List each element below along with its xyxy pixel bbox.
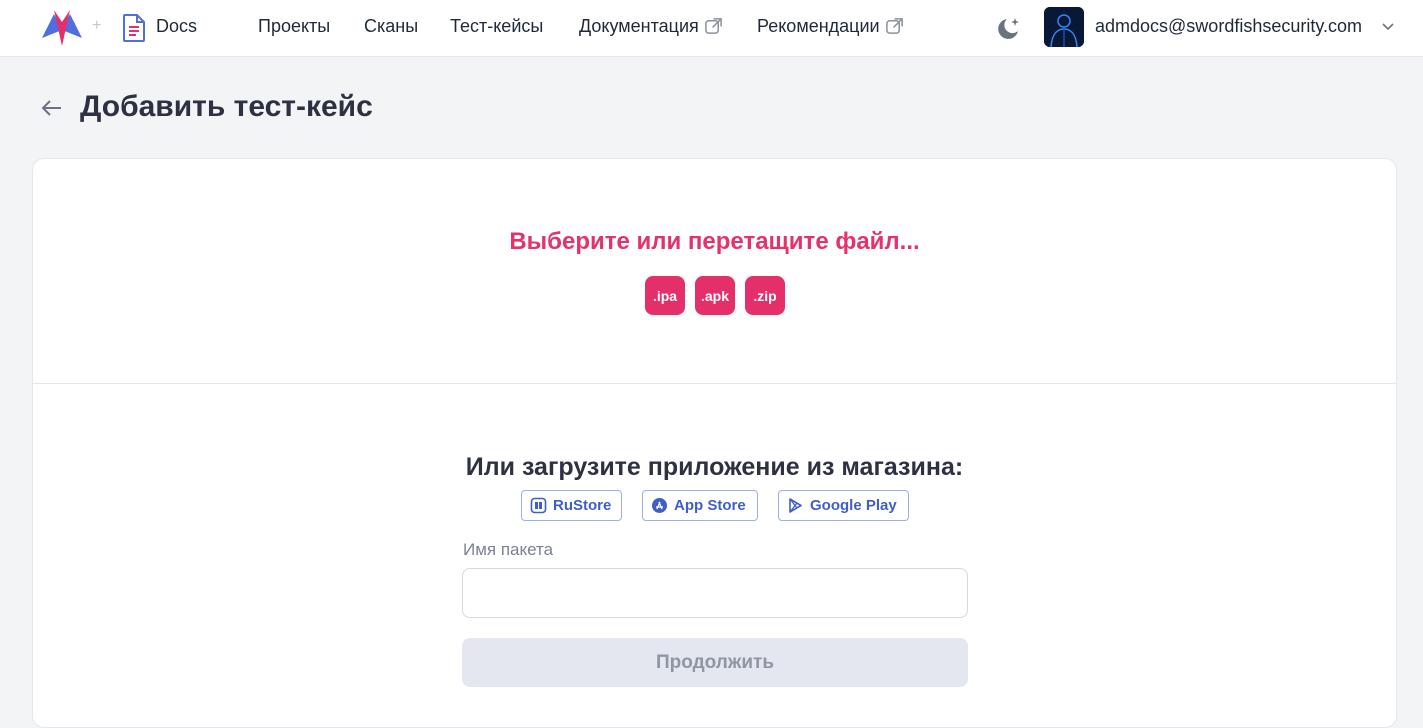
dropzone-title[interactable]: Выберите или перетащите файл... xyxy=(33,228,1396,256)
nav-recommendations-label: Рекомендации xyxy=(757,16,880,36)
theme-toggle-moon-icon[interactable] xyxy=(994,15,1022,43)
external-link-icon xyxy=(885,18,903,34)
user-email[interactable]: admdocs@swordfishsecurity.com xyxy=(1095,16,1362,37)
nav-documentation-label: Документация xyxy=(579,16,699,36)
store-section-title: Или загрузите приложение из магазина: xyxy=(465,453,964,481)
docs-label[interactable]: Docs xyxy=(156,16,197,37)
file-dropzone[interactable]: Выберите или перетащите файл... .ipa .ap… xyxy=(33,159,1396,384)
user-avatar[interactable] xyxy=(1044,7,1084,47)
app-store-icon xyxy=(652,498,667,513)
google-play-icon xyxy=(789,498,802,513)
rustore-icon xyxy=(530,497,547,514)
nav-documentation[interactable]: Документация xyxy=(579,16,723,37)
nav-scans-label: Сканы xyxy=(364,16,419,36)
top-navbar: + Docs Проекты Сканы Тест-кейсы Документ… xyxy=(0,0,1423,57)
nav-test-cases-label: Тест-кейсы xyxy=(450,16,544,36)
app-store-label: App Store xyxy=(674,497,746,514)
package-name-input[interactable] xyxy=(462,568,968,618)
chevron-down-icon[interactable] xyxy=(1381,20,1395,34)
app-store-button[interactable]: App Store xyxy=(642,490,758,521)
google-play-button[interactable]: Google Play xyxy=(778,490,909,521)
avatar-image xyxy=(1044,7,1084,47)
extension-badge-zip: .zip xyxy=(745,276,785,315)
rustore-button[interactable]: RuStore xyxy=(521,490,622,521)
nav-projects[interactable]: Проекты xyxy=(258,16,330,37)
page-title: Добавить тест-кейс xyxy=(80,90,373,123)
document-icon[interactable] xyxy=(121,13,147,43)
nav-scans[interactable]: Сканы xyxy=(364,16,418,37)
nav-projects-label: Проекты xyxy=(258,16,331,36)
rustore-label: RuStore xyxy=(553,497,612,514)
app-logo-icon[interactable] xyxy=(40,8,84,48)
nav-test-cases[interactable]: Тест-кейсы xyxy=(450,16,543,37)
extension-badge-apk: .apk xyxy=(695,276,735,315)
continue-button[interactable]: Продолжить xyxy=(462,638,968,687)
extension-badge-ipa: .ipa xyxy=(645,276,685,315)
external-link-icon xyxy=(704,18,722,34)
back-arrow-icon[interactable] xyxy=(40,96,64,120)
nav-recommendations[interactable]: Рекомендации xyxy=(757,16,904,37)
extension-badges: .ipa .apk .zip xyxy=(645,276,785,315)
google-play-label: Google Play xyxy=(810,497,897,514)
package-name-label: Имя пакета xyxy=(463,540,554,559)
add-test-case-card: Выберите или перетащите файл... .ipa .ap… xyxy=(32,158,1397,728)
plus-separator: + xyxy=(92,17,102,34)
